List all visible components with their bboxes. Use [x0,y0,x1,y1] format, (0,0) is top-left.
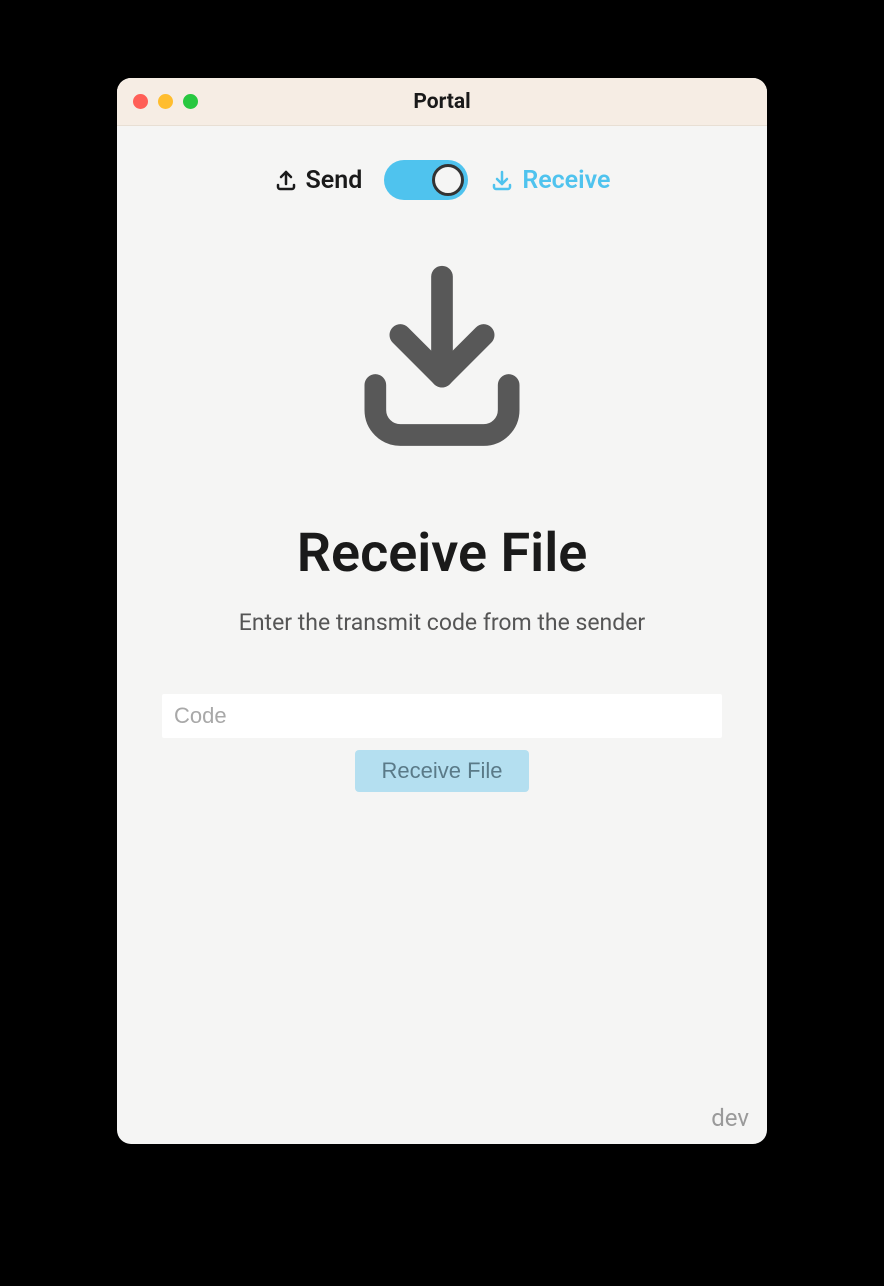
send-mode-label: Send [306,166,363,195]
send-mode-option[interactable]: Send [274,166,363,195]
version-label: dev [711,1104,749,1132]
upload-icon [274,168,298,192]
maximize-window-button[interactable] [183,94,198,109]
content-area: Send Receive [117,126,767,1144]
page-heading: Receive File [297,522,588,585]
minimize-window-button[interactable] [158,94,173,109]
download-hero-icon [342,260,542,464]
window-controls [133,94,198,109]
close-window-button[interactable] [133,94,148,109]
receive-file-button[interactable]: Receive File [355,750,528,792]
page-subheading: Enter the transmit code from the sender [239,609,645,636]
download-icon [490,168,514,192]
app-window: Portal Send [117,78,767,1144]
titlebar: Portal [117,78,767,126]
mode-switcher: Send Receive [274,160,611,200]
code-input[interactable] [162,694,722,738]
mode-toggle[interactable] [384,160,468,200]
receive-mode-label: Receive [522,166,610,195]
receive-mode-option[interactable]: Receive [490,166,610,195]
window-title: Portal [117,90,767,114]
toggle-knob [432,164,464,196]
